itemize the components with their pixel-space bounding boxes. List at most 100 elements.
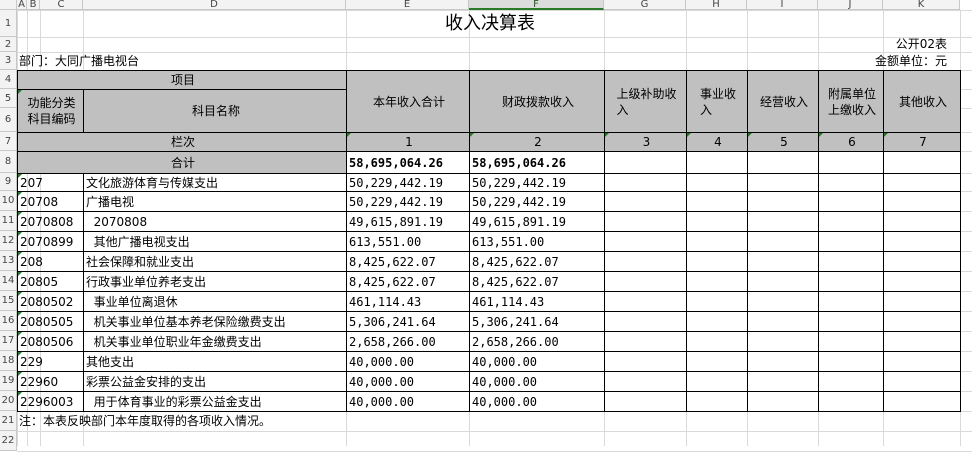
row-header[interactable]: 2 [0, 37, 17, 52]
header-other[interactable]: 其他收入 [883, 70, 961, 133]
fiscal-cell[interactable]: 461,114.43 [469, 291, 605, 312]
row-header[interactable]: 9 [0, 173, 17, 191]
row-header[interactable]: 8 [0, 151, 17, 173]
empty-cell[interactable] [686, 391, 748, 412]
empty-cell[interactable] [604, 331, 687, 352]
code-cell[interactable]: 20805 [17, 271, 84, 292]
code-cell[interactable]: 20708 [17, 191, 84, 212]
total-cell[interactable]: 49,615,891.19 [346, 211, 470, 232]
empty-cell[interactable] [883, 371, 961, 392]
row-header[interactable]: 22 [0, 431, 17, 451]
empty-cell[interactable] [747, 391, 819, 412]
code-cell[interactable]: 207 [17, 173, 84, 192]
department-label[interactable]: 部门：大同广播电视台 [17, 52, 347, 71]
footnote[interactable]: 注：本表反映部门本年度取得的各项收入情况。 [17, 411, 605, 432]
name-cell[interactable]: 事业单位离退休 [83, 291, 347, 312]
code-cell[interactable]: 22960 [17, 371, 84, 392]
name-cell[interactable]: 广播电视 [83, 191, 347, 212]
empty-cell[interactable] [604, 391, 687, 412]
column-header-j[interactable]: J [818, 0, 883, 10]
empty-cell[interactable] [883, 271, 961, 292]
name-cell[interactable]: 文化旅游体育与传媒支出 [83, 173, 347, 192]
empty-cell[interactable] [604, 311, 687, 332]
name-cell[interactable]: 机关事业单位基本养老保险缴费支出 [83, 311, 347, 332]
empty-cell[interactable] [818, 391, 884, 412]
row-header[interactable]: 16 [0, 311, 17, 331]
empty-cell[interactable] [883, 151, 961, 174]
total-cell[interactable]: 2,658,266.00 [346, 331, 470, 352]
table-title[interactable]: 收入决算表 [17, 10, 961, 38]
fiscal-cell[interactable]: 5,306,241.64 [469, 311, 605, 332]
row-header[interactable]: 6 [0, 108, 17, 132]
row-header[interactable]: 12 [0, 231, 17, 251]
empty-cell[interactable] [818, 311, 884, 332]
empty-cell[interactable] [747, 231, 819, 252]
empty-cell[interactable] [883, 251, 961, 272]
column-header-d[interactable]: D [83, 0, 346, 10]
total-label[interactable]: 合计 [17, 151, 347, 174]
total-cell[interactable]: 40,000.00 [346, 371, 470, 392]
empty-cell[interactable] [604, 151, 687, 174]
form-number[interactable]: 公开02表 [818, 37, 961, 53]
total-cell[interactable]: 50,229,442.19 [346, 173, 470, 192]
column-header-k[interactable]: K [883, 0, 960, 10]
row-header[interactable]: 10 [0, 191, 17, 211]
column-number[interactable]: 5 [747, 132, 819, 152]
name-cell[interactable]: 2070808 [83, 211, 347, 232]
fiscal-cell[interactable]: 8,425,622.07 [469, 251, 605, 272]
empty-cell[interactable] [747, 211, 819, 232]
empty-cell[interactable] [818, 191, 884, 212]
empty-cell[interactable] [686, 291, 748, 312]
empty-cell[interactable] [686, 173, 748, 192]
total-cell[interactable]: 40,000.00 [346, 391, 470, 412]
total-cell[interactable]: 8,425,622.07 [346, 271, 470, 292]
row-header[interactable]: 1 [0, 10, 17, 37]
empty-cell[interactable] [747, 351, 819, 372]
empty-cell[interactable] [747, 151, 819, 174]
code-cell[interactable]: 2296003 [17, 391, 84, 412]
empty-cell[interactable] [883, 351, 961, 372]
column-number[interactable]: 3 [604, 132, 687, 152]
empty-cell[interactable] [818, 351, 884, 372]
empty-cell[interactable] [883, 331, 961, 352]
fiscal-cell[interactable]: 49,615,891.19 [469, 211, 605, 232]
empty-cell[interactable] [747, 271, 819, 292]
empty-cell[interactable] [883, 391, 961, 412]
empty-cell[interactable] [604, 173, 687, 192]
empty-cell[interactable] [686, 351, 748, 372]
header-affiliated[interactable]: 附属单位 上缴收入 [818, 70, 884, 133]
fiscal-cell[interactable]: 613,551.00 [469, 231, 605, 252]
header-subsidy[interactable]: 上级补助收 入 [604, 70, 687, 133]
name-cell[interactable]: 社会保障和就业支出 [83, 251, 347, 272]
empty-cell[interactable] [686, 311, 748, 332]
header-name[interactable]: 科目名称 [83, 89, 347, 133]
fiscal-cell[interactable]: 8,425,622.07 [469, 271, 605, 292]
empty-cell[interactable] [604, 291, 687, 312]
empty-cell[interactable] [818, 271, 884, 292]
header-business[interactable]: 事业收 入 [686, 70, 748, 133]
row-header[interactable]: 19 [0, 371, 17, 391]
row-header[interactable]: 5 [0, 89, 17, 108]
empty-cell[interactable] [604, 211, 687, 232]
row-header[interactable]: 7 [0, 132, 17, 151]
empty-cell[interactable] [686, 331, 748, 352]
empty-cell[interactable] [604, 351, 687, 372]
empty-cell[interactable] [883, 191, 961, 212]
row-header[interactable]: 14 [0, 271, 17, 291]
empty-cell[interactable] [883, 291, 961, 312]
empty-cell[interactable] [883, 211, 961, 232]
column-number[interactable]: 1 [346, 132, 470, 152]
empty-cell[interactable] [818, 291, 884, 312]
empty-cell[interactable] [747, 331, 819, 352]
name-cell[interactable]: 其他支出 [83, 351, 347, 372]
header-item[interactable]: 项目 [17, 70, 347, 90]
fiscal-cell[interactable]: 40,000.00 [469, 391, 605, 412]
empty-cell[interactable] [686, 271, 748, 292]
row-header[interactable]: 13 [0, 251, 17, 271]
name-cell[interactable]: 彩票公益金安排的支出 [83, 371, 347, 392]
row-header[interactable]: 18 [0, 351, 17, 371]
empty-cell[interactable] [686, 231, 748, 252]
column-header-f[interactable]: F [469, 0, 604, 10]
empty-cell[interactable] [747, 291, 819, 312]
total-cell[interactable]: 8,425,622.07 [346, 251, 470, 272]
